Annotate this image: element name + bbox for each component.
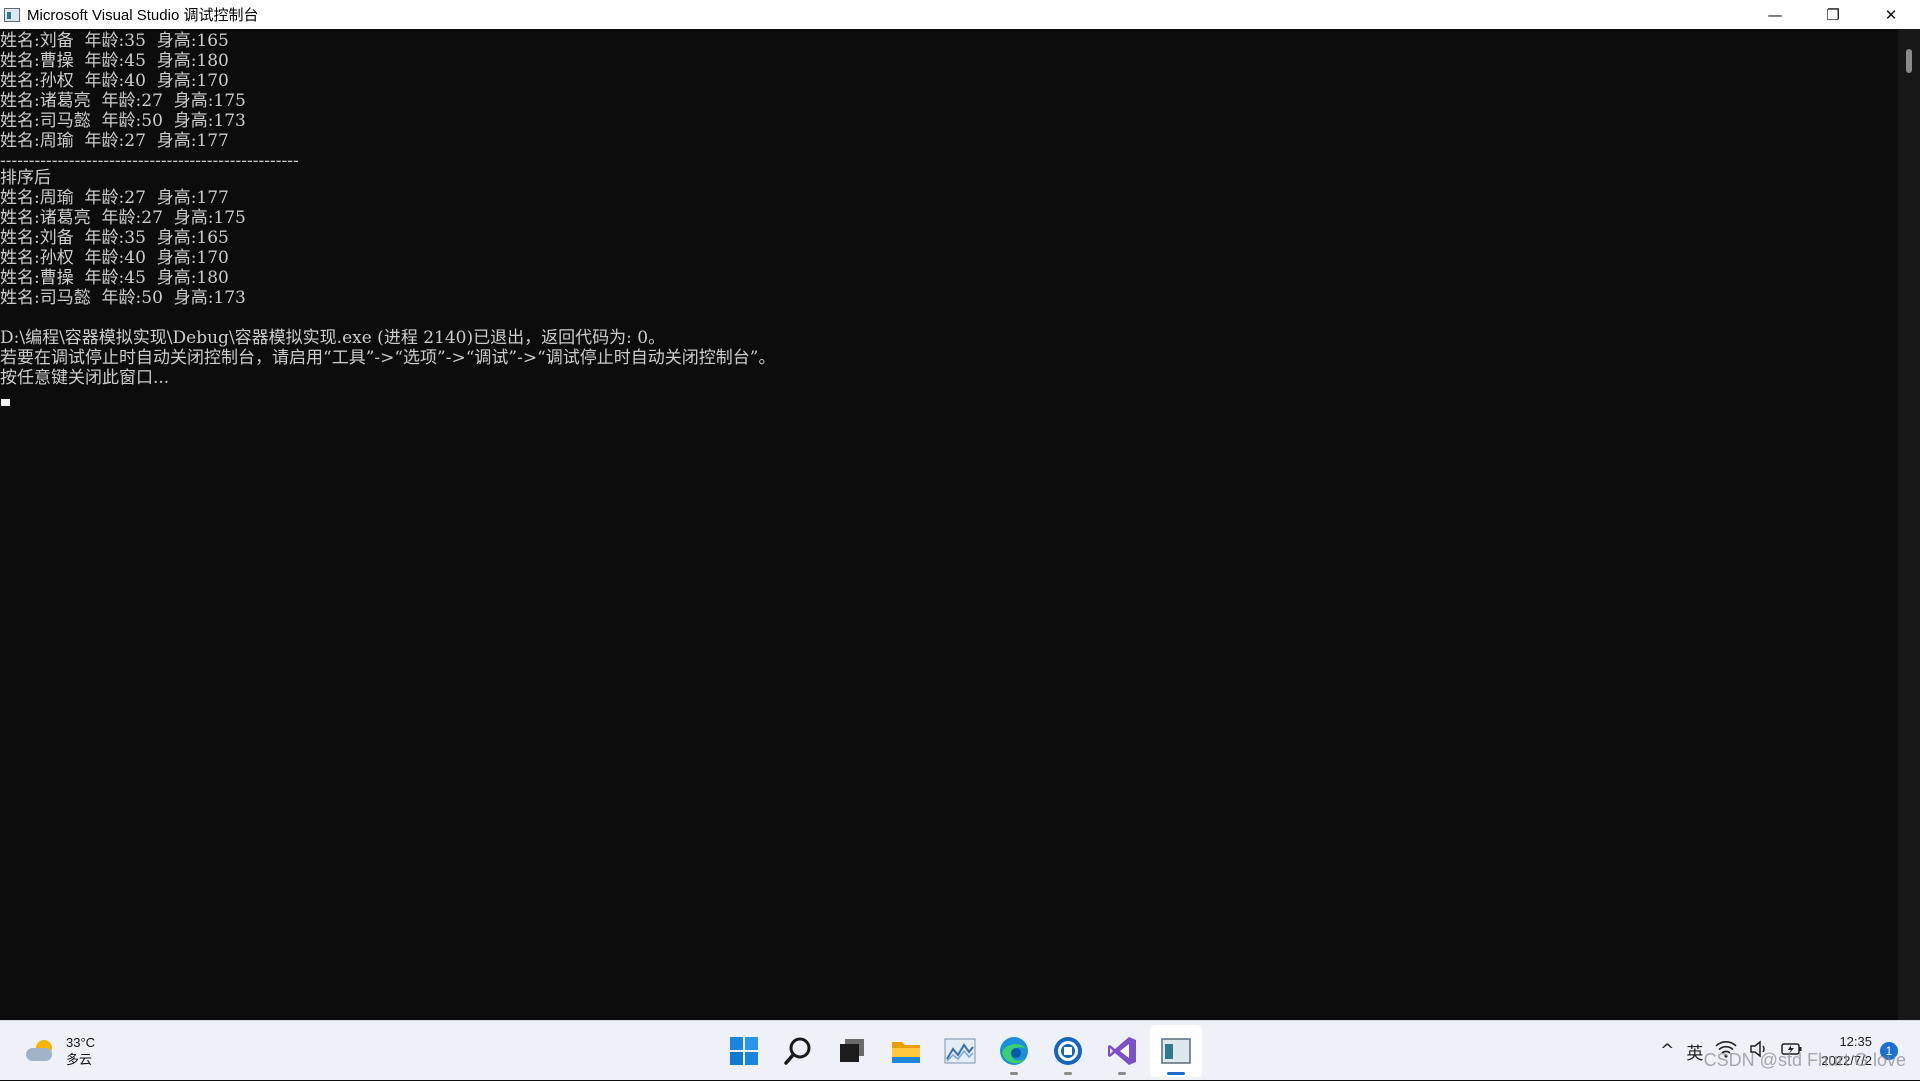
console-app-icon (4, 7, 20, 22)
console-line: 姓名:刘备 年龄:35 身高:165 (0, 31, 229, 51)
exit-message: D:\编程\容器模拟实现\Debug\容器模拟实现.exe (进程 2140)已… (0, 328, 666, 348)
restore-button[interactable]: ❐ (1804, 0, 1862, 29)
text-cursor (1, 399, 10, 406)
app-icon[interactable] (1042, 1025, 1094, 1077)
console-line: 姓名:孙权 年龄:40 身高:170 (0, 71, 229, 91)
chevron-up-icon[interactable]: ^ (1660, 1041, 1674, 1061)
press-key-message: 按任意键关闭此窗口... (0, 368, 170, 388)
running-indicator (1010, 1072, 1018, 1075)
chart-app-icon[interactable] (934, 1025, 986, 1077)
close-button[interactable]: ✕ (1862, 0, 1920, 29)
weather-widget[interactable]: 33°C 多云 (24, 1031, 95, 1071)
console-line: 姓名:周瑜 年龄:27 身高:177 (0, 188, 229, 208)
scrollbar-thumb[interactable] (1906, 49, 1912, 73)
vertical-scrollbar[interactable] (1898, 29, 1920, 1020)
edge-icon[interactable] (988, 1025, 1040, 1077)
window-controls: — ❐ ✕ (1746, 0, 1920, 29)
clock-time: 12:35 (1839, 1034, 1872, 1049)
weather-condition: 多云 (66, 1052, 93, 1067)
console-icon[interactable] (1150, 1025, 1202, 1077)
console-line: 姓名:诸葛亮 年龄:27 身高:175 (0, 208, 246, 228)
window-title: Microsoft Visual Studio 调试控制台 (27, 7, 259, 24)
console-line: 姓名:曹操 年龄:45 身高:180 (0, 268, 229, 288)
console-line: 姓名:诸葛亮 年龄:27 身高:175 (0, 91, 246, 111)
weather-temperature: 33°C (66, 1035, 96, 1050)
console-window: Microsoft Visual Studio 调试控制台 — ❐ ✕ 姓名:刘… (0, 0, 1920, 1020)
running-indicator (1118, 1072, 1126, 1075)
console-line: 姓名:曹操 年龄:45 身高:180 (0, 51, 229, 71)
sorted-heading: 排序后 (0, 168, 51, 188)
running-indicator (1064, 1072, 1072, 1075)
active-indicator (1167, 1072, 1185, 1075)
visual-studio-icon[interactable] (1096, 1025, 1148, 1077)
start-icon[interactable] (718, 1025, 770, 1077)
ime-indicator[interactable]: 英 (1686, 1039, 1703, 1064)
console-line: 姓名:周瑜 年龄:27 身高:177 (0, 131, 229, 151)
watermark: CSDN @std Fhurt G love (1703, 1050, 1906, 1070)
file-explorer-icon[interactable] (880, 1025, 932, 1077)
task-view-icon[interactable] (826, 1025, 878, 1077)
console-line: 姓名:孙权 年龄:40 身高:170 (0, 248, 229, 268)
console-line: 姓名:刘备 年龄:35 身高:165 (0, 228, 229, 248)
console-output[interactable]: 姓名:刘备 年龄:35 身高:165 姓名:曹操 年龄:45 身高:180 姓名… (0, 29, 1898, 1020)
console-line: 姓名:司马懿 年龄:50 身高:173 (0, 111, 246, 131)
taskbar-apps (717, 1025, 1203, 1077)
minimize-button[interactable]: — (1746, 0, 1804, 29)
console-line: 姓名:司马懿 年龄:50 身高:173 (0, 288, 246, 308)
title-bar[interactable]: Microsoft Visual Studio 调试控制台 — ❐ ✕ (0, 0, 1920, 29)
partly-cloudy-icon (24, 1038, 58, 1064)
hint-message: 若要在调试停止时自动关闭控制台，请启用“工具”->“选项”->“调试”->“调试… (0, 348, 776, 368)
taskbar: 33°C 多云 ^ 英 12:35 2022/7/2 1 (0, 1020, 1920, 1080)
search-icon[interactable] (772, 1025, 824, 1077)
